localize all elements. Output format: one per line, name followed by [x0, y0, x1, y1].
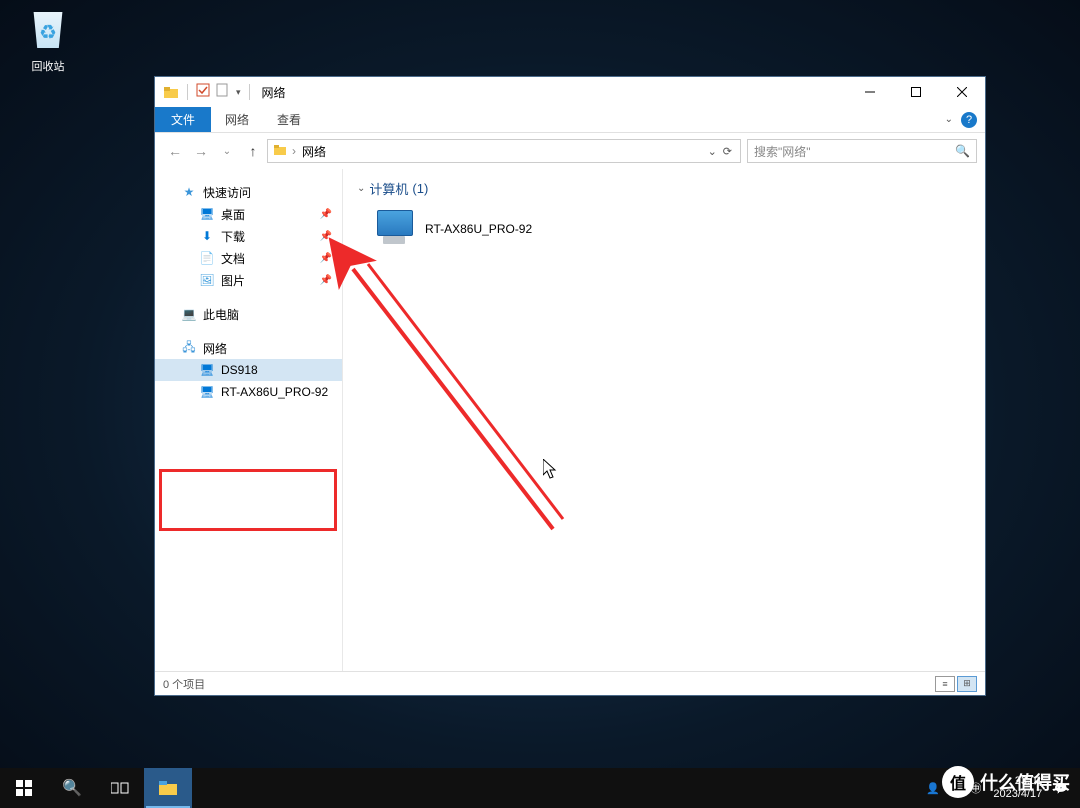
ribbon-tabs: 文件 网络 查看 ⌄ ? — [155, 107, 985, 133]
annotation-highlight-box — [159, 469, 337, 531]
watermark-badge-icon: 值 — [942, 766, 974, 798]
pictures-icon: 🖼 — [199, 272, 215, 288]
view-icons-button[interactable]: ⊞ — [957, 676, 977, 692]
star-icon: ★ — [181, 184, 197, 200]
navigation-bar: ← → ⌄ ↑ › 网络 ⌄ ⟳ 搜索"网络" 🔍 — [155, 133, 985, 169]
tab-view[interactable]: 查看 — [263, 107, 315, 132]
computer-icon: 🖥 — [199, 384, 215, 400]
computer-icon — [373, 210, 415, 248]
app-icon — [163, 84, 179, 100]
desktop-recycle-bin[interactable]: 回收站 — [18, 12, 78, 74]
group-count: (1) — [412, 181, 428, 196]
window-title: 网络 — [258, 84, 286, 101]
nav-back-button[interactable]: ← — [163, 139, 187, 163]
task-view-button[interactable] — [96, 768, 144, 808]
nav-network[interactable]: 🖧网络 — [155, 337, 342, 359]
desktop-icon: 🖥 — [199, 206, 215, 222]
this-pc-icon: 💻 — [181, 306, 197, 322]
search-input[interactable]: 搜索"网络" 🔍 — [747, 139, 977, 163]
documents-icon: 📄 — [199, 250, 215, 266]
pin-icon: 📌 — [320, 275, 332, 286]
minimize-button[interactable] — [847, 77, 893, 107]
pin-icon: 📌 — [320, 253, 332, 264]
nav-documents[interactable]: 📄文档📌 — [155, 247, 342, 269]
mouse-cursor — [543, 459, 559, 486]
nav-network-item-router[interactable]: 🖥RT-AX86U_PRO-92 — [155, 381, 342, 403]
titlebar[interactable]: ▾ 网络 — [155, 77, 985, 107]
pin-icon: 📌 — [320, 209, 332, 220]
tray-people-icon[interactable]: 👤 — [926, 782, 940, 795]
address-bar[interactable]: › 网络 ⌄ ⟳ — [267, 139, 741, 163]
nav-quick-access[interactable]: ★快速访问 — [155, 181, 342, 203]
nav-recent-dropdown[interactable]: ⌄ — [215, 139, 239, 163]
qat-properties-icon[interactable] — [196, 83, 210, 102]
address-icon — [272, 142, 288, 161]
status-text: 0 个项目 — [163, 676, 205, 692]
nav-desktop[interactable]: 🖥桌面📌 — [155, 203, 342, 225]
nav-pictures[interactable]: 🖼图片📌 — [155, 269, 342, 291]
content-pane[interactable]: ⌄ 计算机 (1) RT-AX86U_PRO-92 — [343, 169, 985, 671]
quick-access-toolbar: ▾ — [185, 83, 258, 102]
search-placeholder: 搜索"网络" — [754, 143, 811, 160]
view-details-button[interactable]: ≡ — [935, 676, 955, 692]
start-button[interactable] — [0, 768, 48, 808]
download-icon: ⬇ — [199, 228, 215, 244]
search-icon: 🔍 — [955, 144, 970, 158]
computer-name: RT-AX86U_PRO-92 — [425, 222, 532, 236]
qat-dropdown-icon[interactable]: ▾ — [236, 87, 241, 98]
status-bar: 0 个项目 ≡ ⊞ — [155, 671, 985, 695]
refresh-icon[interactable]: ⟳ — [723, 145, 732, 158]
watermark: 值 什么值得买 — [942, 766, 1070, 798]
navigation-pane: ★快速访问 🖥桌面📌 ⬇下载📌 📄文档📌 🖼图片📌 💻此电脑 🖧网络 🖥DS91… — [155, 169, 343, 671]
network-icon: 🖧 — [181, 340, 197, 356]
nav-downloads[interactable]: ⬇下载📌 — [155, 225, 342, 247]
ribbon-expand-icon[interactable]: ⌄ — [945, 114, 953, 125]
qat-newfolder-icon[interactable] — [216, 83, 230, 102]
tab-file[interactable]: 文件 — [155, 107, 211, 132]
help-icon[interactable]: ? — [961, 112, 977, 128]
close-button[interactable] — [939, 77, 985, 107]
taskbar: 🔍 👤 ˄ ㊥ 23:01 2023/4/17 💬 — [0, 768, 1080, 808]
nav-forward-button[interactable]: → — [189, 139, 213, 163]
nav-network-item-ds918[interactable]: 🖥DS918 — [155, 359, 342, 381]
nav-up-button[interactable]: ↑ — [241, 139, 265, 163]
explorer-window: ▾ 网络 文件 网络 查看 ⌄ ? ← → ⌄ ↑ › 网络 ⌄ ⟳ — [154, 76, 986, 696]
group-label: 计算机 — [369, 179, 408, 198]
address-dropdown-icon[interactable]: ⌄ — [708, 145, 717, 158]
recycle-bin-label: 回收站 — [18, 58, 78, 74]
nav-this-pc[interactable]: 💻此电脑 — [155, 303, 342, 325]
annotation-arrow — [313, 229, 593, 549]
watermark-text: 什么值得买 — [980, 769, 1070, 795]
taskbar-search-button[interactable]: 🔍 — [48, 768, 96, 808]
tab-network[interactable]: 网络 — [211, 107, 263, 132]
address-location: 网络 — [296, 143, 332, 160]
group-header-computers[interactable]: ⌄ 计算机 (1) — [357, 179, 971, 198]
computer-icon: 🖥 — [199, 362, 215, 378]
computer-item[interactable]: RT-AX86U_PRO-92 — [373, 210, 971, 248]
pin-icon: 📌 — [320, 231, 332, 242]
maximize-button[interactable] — [893, 77, 939, 107]
recycle-bin-icon — [27, 12, 69, 54]
taskbar-explorer-button[interactable] — [144, 768, 192, 808]
chevron-down-icon: ⌄ — [357, 183, 365, 194]
